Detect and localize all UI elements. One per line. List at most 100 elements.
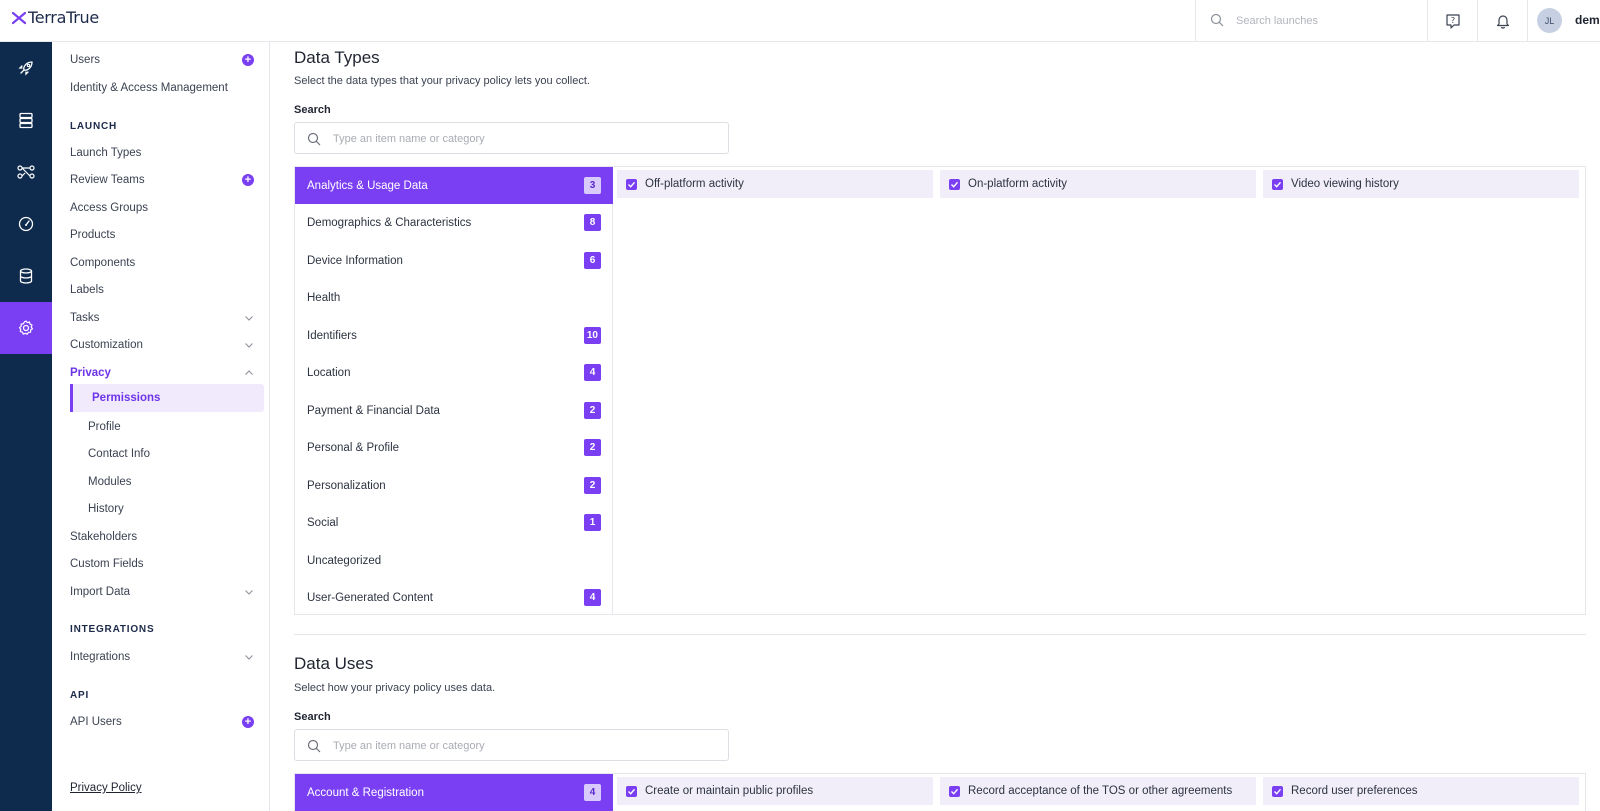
data-types-search-label: Search	[294, 104, 331, 116]
option-label: Off-platform activity	[645, 178, 744, 190]
category-label: Social	[307, 516, 339, 529]
data-types-search-input[interactable]	[333, 130, 713, 148]
category-label: Identifiers	[307, 329, 357, 342]
nav-item-components[interactable]: Components	[70, 251, 264, 275]
nav-item-label: Products	[70, 229, 116, 241]
nav-item-api-users[interactable]: API Users +	[70, 710, 264, 734]
option-label: Record acceptance of the TOS or other ag…	[968, 785, 1233, 797]
category-count: 1	[584, 514, 601, 531]
nav-item-privacy[interactable]: Privacy	[70, 361, 264, 385]
checkbox-checked-icon[interactable]	[626, 786, 637, 797]
category-item[interactable]: Health	[295, 279, 613, 316]
checkbox-checked-icon[interactable]	[1272, 179, 1283, 190]
nav-item-label: Customization	[70, 339, 143, 351]
nav-item-stakeholders[interactable]: Stakeholders	[70, 525, 264, 549]
data-types-panel: Analytics & Usage Data 3 Demographics & C…	[294, 166, 1586, 615]
nav-sub-profile[interactable]: Profile	[88, 415, 264, 439]
nav-section-integrations: INTEGRATIONS	[70, 624, 155, 635]
rail-data-map[interactable]	[0, 146, 52, 198]
option-checkbox[interactable]: Off-platform activity	[617, 170, 933, 198]
category-count: 10	[583, 327, 601, 344]
notifications-button[interactable]	[1478, 0, 1528, 42]
option-checkbox[interactable]: Record acceptance of the TOS or other ag…	[940, 777, 1256, 805]
checkbox-checked-icon[interactable]	[949, 786, 960, 797]
checkbox-checked-icon[interactable]	[626, 179, 637, 190]
nav-item-label: Stakeholders	[70, 531, 138, 543]
nav-item-custom-fields[interactable]: Custom Fields	[70, 552, 264, 576]
launch-search[interactable]	[1195, 0, 1428, 42]
nav-sub-history[interactable]: History	[88, 497, 264, 521]
rail-database[interactable]	[0, 250, 52, 302]
nav-item-label: Import Data	[70, 586, 131, 598]
nav-item-launch-types[interactable]: Launch Types	[70, 141, 264, 165]
option-checkbox[interactable]: Video viewing history	[1263, 170, 1579, 198]
category-label: Personal & Profile	[307, 441, 400, 454]
section-divider	[294, 634, 1586, 635]
data-types-category-list: Analytics & Usage Data 3 Demographics & C…	[295, 167, 613, 614]
category-item[interactable]: Payment & Financial Data 2	[295, 392, 613, 429]
category-item[interactable]: Uncategorized	[295, 542, 613, 579]
nav-item-tasks[interactable]: Tasks	[70, 306, 264, 330]
data-uses-search-input[interactable]	[333, 737, 713, 755]
nav-item-iam[interactable]: Identity & Access Management	[70, 76, 264, 100]
nav-item-import-data[interactable]: Import Data	[70, 580, 264, 604]
data-types-description: Select the data types that your privacy …	[294, 75, 590, 87]
nav-item-review-teams[interactable]: Review Teams +	[70, 168, 264, 192]
category-item[interactable]: Personalization 2	[295, 467, 613, 504]
option-checkbox[interactable]: On-platform activity	[940, 170, 1256, 198]
category-count: 2	[584, 402, 601, 419]
category-item[interactable]: Social 1	[295, 504, 613, 541]
add-api-user-icon[interactable]: +	[242, 716, 254, 728]
checkbox-checked-icon[interactable]	[1272, 786, 1283, 797]
option-checkbox[interactable]: Create or maintain public profiles	[617, 777, 933, 805]
terratrue-logo[interactable]: TerraTrue	[12, 8, 99, 27]
user-avatar[interactable]: JL	[1537, 8, 1562, 33]
category-item[interactable]: Location 4	[295, 354, 613, 391]
nav-item-labels[interactable]: Labels	[70, 278, 264, 302]
category-item[interactable]: Device Information 6	[295, 242, 613, 279]
data-types-search[interactable]	[294, 122, 729, 154]
data-uses-category-list: Account & Registration 4	[295, 774, 613, 811]
option-checkbox[interactable]: Record user preferences	[1263, 777, 1579, 805]
checkbox-checked-icon[interactable]	[949, 179, 960, 190]
nav-item-label: Profile	[88, 421, 121, 433]
rail-launches[interactable]	[0, 42, 52, 94]
nav-item-products[interactable]: Products	[70, 223, 264, 247]
nav-item-integrations[interactable]: Integrations	[70, 645, 264, 669]
category-label: Device Information	[307, 254, 403, 267]
category-item[interactable]: Personal & Profile 2	[295, 429, 613, 466]
search-icon	[307, 132, 321, 146]
nav-sub-modules[interactable]: Modules	[88, 470, 264, 494]
add-review-team-icon[interactable]: +	[242, 174, 254, 186]
category-item[interactable]: User-Generated Content 4	[295, 579, 613, 616]
privacy-policy-link[interactable]: Privacy Policy	[70, 782, 142, 794]
nav-item-label: API Users	[70, 716, 122, 728]
nav-item-customization[interactable]: Customization	[70, 333, 264, 357]
rail-insights[interactable]	[0, 198, 52, 250]
nav-sub-permissions[interactable]: Permissions	[70, 384, 264, 412]
nav-sub-contact-info[interactable]: Contact Info	[88, 442, 264, 466]
username[interactable]: demo	[1575, 13, 1600, 27]
nav-item-label: Modules	[88, 476, 132, 488]
category-item[interactable]: Identifiers 10	[295, 317, 613, 354]
category-count: 3	[584, 177, 601, 194]
category-item[interactable]: Analytics & Usage Data 3	[295, 167, 613, 204]
help-button[interactable]: ?	[1428, 0, 1478, 42]
rail-settings[interactable]	[0, 302, 52, 354]
category-label: Uncategorized	[307, 554, 382, 567]
nav-item-label: Integrations	[70, 651, 131, 663]
chevron-down-icon	[245, 655, 253, 660]
category-item[interactable]: Demographics & Characteristics 8	[295, 204, 613, 241]
nav-item-label: History	[88, 503, 124, 515]
nav-item-label: Privacy	[70, 367, 111, 379]
category-item[interactable]: Account & Registration 4	[295, 774, 613, 811]
add-user-icon[interactable]: +	[242, 54, 254, 66]
data-uses-search[interactable]	[294, 729, 729, 761]
icon-rail	[0, 42, 52, 811]
category-label: Location	[307, 366, 351, 379]
nav-item-access-groups[interactable]: Access Groups	[70, 196, 264, 220]
search-launches-input[interactable]	[1236, 11, 1416, 31]
nav-item-users[interactable]: Users +	[70, 48, 264, 72]
nav-item-label: Components	[70, 257, 136, 269]
rail-inventory[interactable]	[0, 94, 52, 146]
